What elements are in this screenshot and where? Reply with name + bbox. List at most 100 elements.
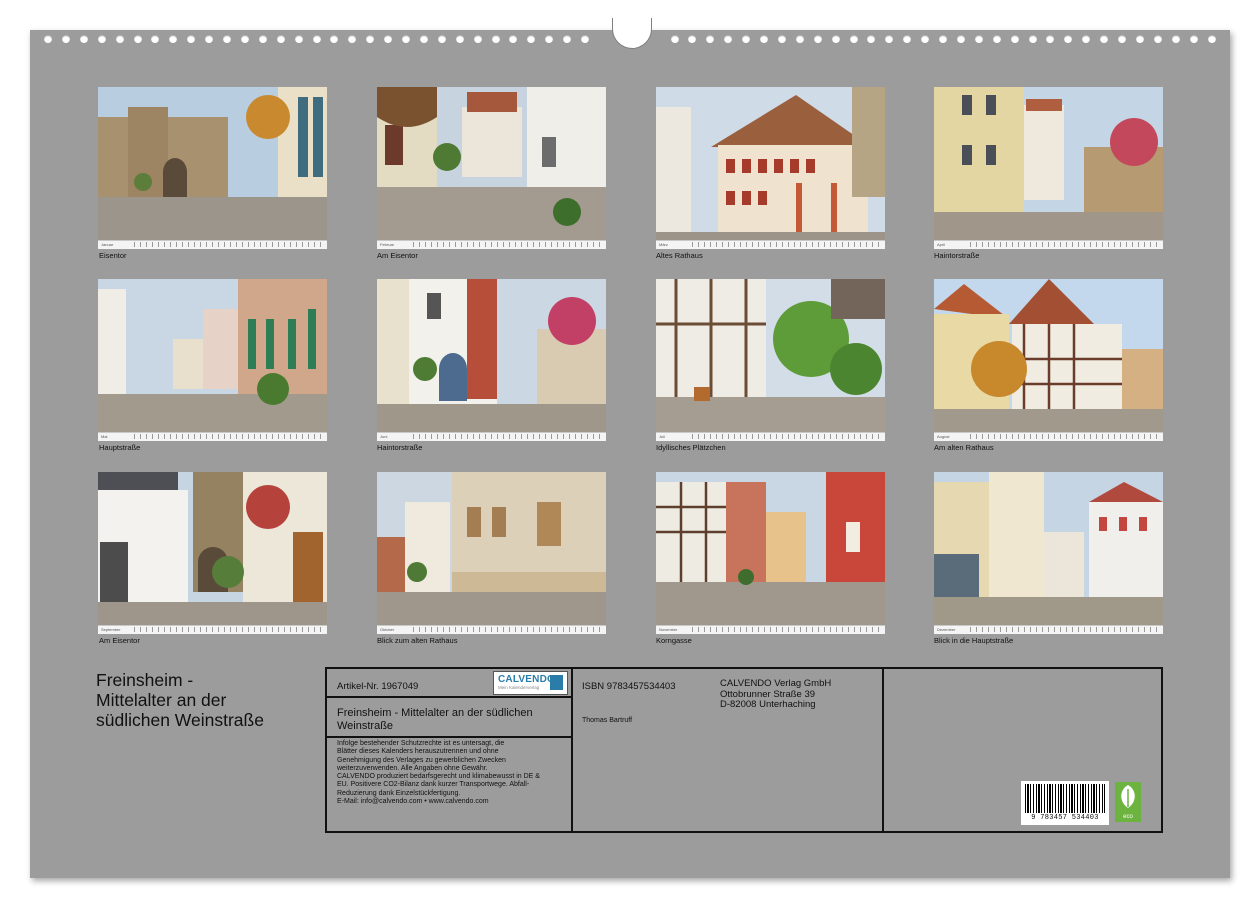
photo-caption-august: Am alten Rathaus (934, 443, 994, 452)
photo-april: April (934, 87, 1163, 249)
month-grid: Oktober (377, 625, 606, 634)
binding-hole (240, 35, 249, 43)
legal-notice: Infolge bestehender Schutzrechte ist es … (337, 740, 540, 806)
binding-hole (437, 35, 446, 43)
title-line: Freinsheim - (96, 670, 194, 690)
day-cells (970, 627, 1161, 632)
photo-caption-february: Am Eisentor (377, 251, 418, 260)
binding-hole (921, 35, 930, 43)
product-title: Freinsheim - Mittelalter an der südliche… (337, 707, 533, 732)
title-line: Mittelalter an der (96, 690, 227, 710)
month-grid: Februar (377, 240, 606, 249)
legal-line: weiterzuverwenden. Alle Angaben ohne Gew… (337, 764, 488, 772)
day-cells (413, 434, 604, 439)
photo-caption-november: Korngasse (656, 636, 692, 645)
calvendo-logo-icon (550, 675, 563, 690)
month-grid: November (656, 625, 885, 634)
binding-hole (276, 35, 285, 43)
photo-august: August (934, 279, 1163, 441)
binding-hole (992, 35, 1001, 43)
month-label: August (937, 434, 950, 439)
binding-hole (1118, 35, 1126, 43)
day-cells (413, 242, 604, 247)
photo-caption-july: Idyllisches Plätzchen (656, 443, 726, 452)
binding-hole (724, 35, 733, 43)
publisher-address: CALVENDO Verlag GmbH Ottobrunner Straße … (720, 678, 831, 711)
legal-line: Blätter dieses Kalenders herauszutrennen… (337, 748, 499, 756)
binding-hole (115, 35, 124, 43)
logo-tagline: Mein Kalenderverlag (498, 685, 540, 690)
binding-hole (205, 35, 214, 43)
legal-line: Genehmigung des Verlages zu gewerblichen… (337, 756, 506, 764)
binding-hole (223, 35, 231, 43)
blick-zum-alten-rathaus-photo (377, 472, 606, 634)
binding-hole (527, 35, 536, 43)
binding-hole (849, 35, 858, 43)
photo-may: Mai (98, 279, 327, 441)
binding-hole (1010, 35, 1019, 43)
day-cells (970, 434, 1161, 439)
calendar-back-sheet: Januar Februar März April Mai Juni Juli … (30, 18, 1230, 878)
binding-hole (97, 35, 106, 43)
day-cells (134, 627, 325, 632)
photo-caption-december: Blick in die Hauptstraße (934, 636, 1014, 645)
day-cells (970, 242, 1161, 247)
month-grid: August (934, 432, 1163, 441)
binding-hole (545, 35, 554, 43)
month-label: Mai (101, 434, 108, 439)
photo-february: Februar (377, 87, 606, 249)
photo-caption-may: Hauptstraße (99, 443, 141, 452)
binding-hole (169, 35, 178, 43)
haintorstrasse-photo (934, 87, 1163, 249)
binding-hole (670, 35, 679, 43)
photo-november: November (656, 472, 885, 634)
article-number: Artikel-Nr. 1967049 (337, 681, 419, 692)
logo-name: CALVENDO (498, 674, 555, 685)
month-label: Oktober (380, 627, 395, 632)
binding-hole (813, 35, 822, 43)
binding-hole (1153, 35, 1162, 43)
legal-line: Infolge bestehender Schutzrechte ist es … (337, 740, 505, 747)
binding-hole (956, 35, 965, 43)
month-label: September (101, 627, 121, 632)
month-grid: Mai (98, 432, 327, 441)
legal-line: E-Mail: info@calvendo.com • www.calvendo… (337, 798, 489, 806)
legal-line: Reduzierung dank Einzelstückfertigung. (337, 789, 461, 797)
binding-hole (1189, 35, 1198, 43)
leaf-icon (1121, 785, 1135, 808)
binding-hole (294, 35, 303, 43)
korngasse-photo (656, 472, 885, 634)
month-grid: Juli (656, 432, 885, 441)
binding-hole (133, 35, 142, 43)
month-grid: Juni (377, 432, 606, 441)
month-grid: Dezember (934, 625, 1163, 634)
binding-hole (688, 35, 697, 43)
photo-caption-april: Haintorstraße (934, 251, 980, 260)
divider (571, 669, 573, 831)
photo-september: September (98, 472, 327, 634)
month-grid: April (934, 240, 1163, 249)
binding-hole (509, 35, 518, 43)
day-cells (134, 242, 325, 247)
eisentor-photo (98, 87, 327, 249)
month-label: November (659, 627, 678, 632)
month-grid: Januar (98, 240, 327, 249)
binding-hole (330, 35, 339, 43)
photo-october: Oktober (377, 472, 606, 634)
binding-hole (402, 35, 410, 43)
photo-caption-october: Blick zum alten Rathaus (377, 636, 458, 645)
month-label: März (659, 242, 668, 247)
binding-hole (491, 35, 500, 43)
month-grid: März (656, 240, 885, 249)
binding-hole (1207, 35, 1216, 43)
binding-hole (384, 35, 393, 43)
binding-hole (348, 35, 357, 43)
eco-label: eco (1123, 814, 1133, 820)
binding-hole (974, 35, 983, 43)
blick-in-die-hauptstrasse-photo (934, 472, 1163, 634)
binding-hole (419, 35, 428, 43)
month-label: Februar (380, 242, 395, 247)
binding-hole (187, 35, 196, 43)
barcode-bars (1025, 784, 1105, 813)
binding-hole (455, 35, 464, 43)
